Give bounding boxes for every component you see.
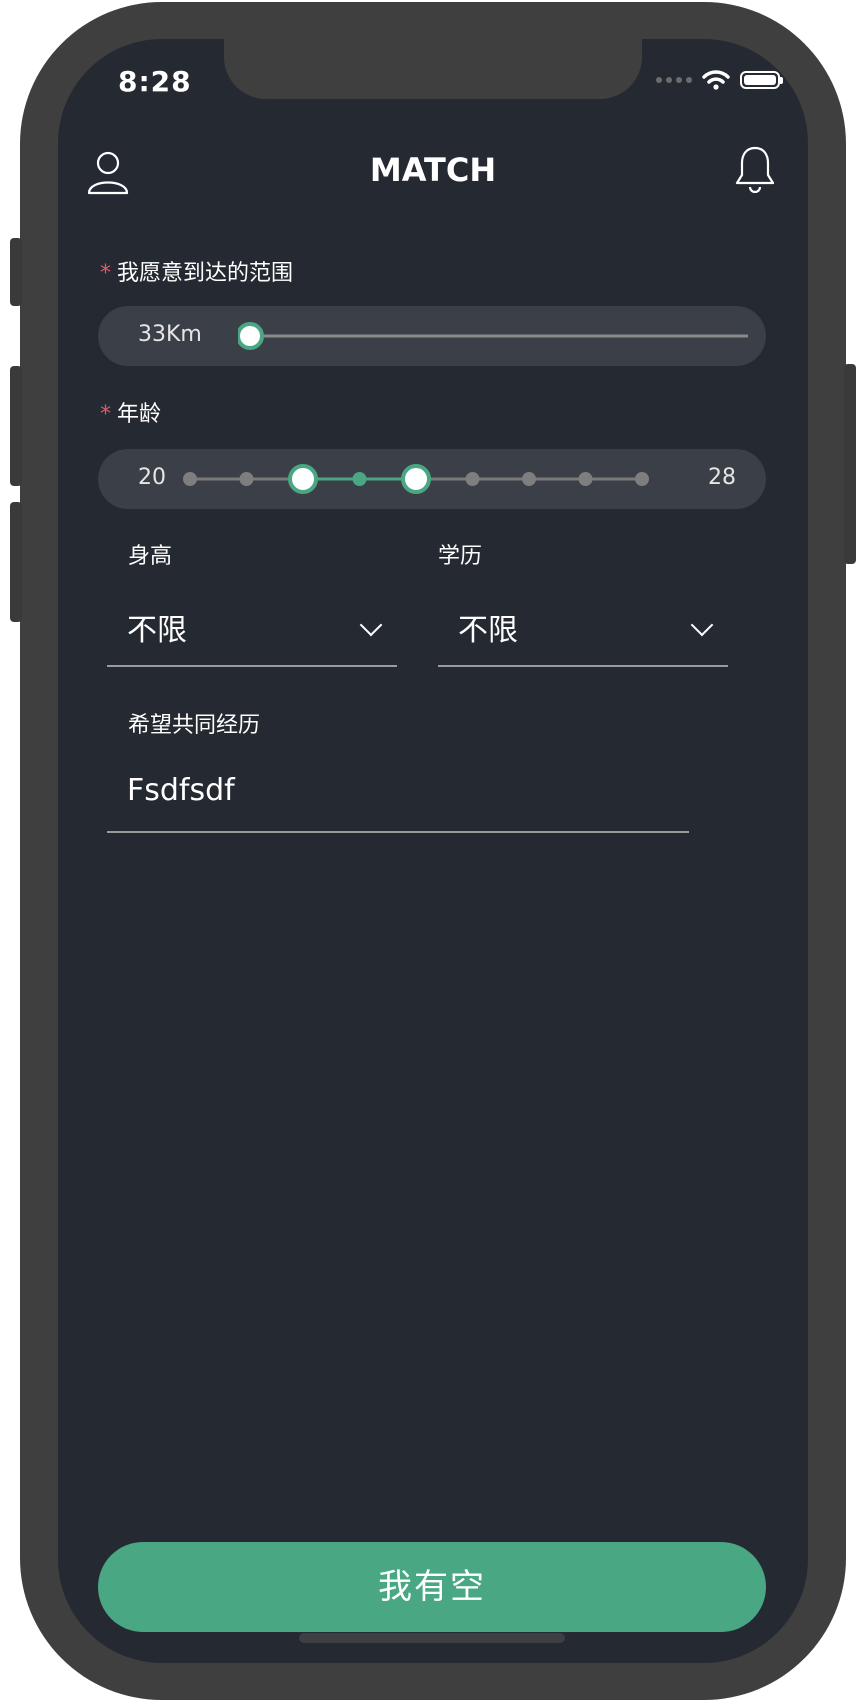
height-select[interactable]: 不限 [107,587,397,667]
age-slider-tick [465,472,480,486]
notch [224,39,642,99]
age-min-label: 20 [138,465,166,490]
distance-slider[interactable] [238,316,758,356]
experience-input-value: Fsdfsdf [127,773,235,808]
education-select-value: 不限 [458,613,518,648]
age-label-text: 年龄 [117,402,162,427]
age-range-slider[interactable] [178,455,654,503]
age-slider-max-handle[interactable] [401,464,431,494]
age-slider-tick [522,472,536,486]
education-select[interactable]: 不限 [438,587,728,667]
distance-slider-container: 33Km [98,306,766,366]
experience-label: 希望共同经历 [128,713,261,738]
age-label: * 年龄 [100,396,161,428]
chevron-down-icon [690,613,714,637]
age-slider-min-handle[interactable] [288,464,318,494]
distance-label: * 我愿意到达的范围 [100,255,293,287]
page-title: MATCH [369,151,497,189]
age-slider-tick [635,472,649,486]
age-max-label: 28 [708,465,736,490]
age-slider-tick [183,472,197,486]
distance-slider-handle[interactable] [238,322,264,350]
required-mark: * [100,261,111,286]
distance-value: 33Km [138,322,202,347]
screen: 8:28 MATCH *我愿意到达的范围 33Km *年龄 20 28 身高 [58,39,808,1663]
age-slider-tick [239,472,254,486]
available-button[interactable]: 我有空 [98,1542,766,1632]
mute-switch [10,238,22,306]
signal-dots-icon [656,77,692,83]
status-time: 8:28 [118,65,192,98]
distance-label-text: 我愿意到达的范围 [117,261,294,286]
volume-down-button [10,502,22,622]
bell-icon[interactable] [734,145,776,193]
height-select-value: 不限 [127,613,187,648]
wifi-icon [702,70,730,90]
chevron-down-icon [359,613,383,637]
status-indicators [656,69,783,91]
experience-input[interactable]: Fsdfsdf [107,755,689,833]
battery-icon [740,71,783,89]
home-indicator [299,1633,565,1643]
power-button [844,364,856,564]
volume-up-button [10,366,22,486]
age-slider-tick [578,472,593,486]
height-label: 身高 [128,544,173,569]
age-slider-tick [352,472,367,486]
required-mark: * [100,402,111,427]
education-label: 学历 [438,544,483,569]
age-slider-container: 20 28 [98,449,766,509]
